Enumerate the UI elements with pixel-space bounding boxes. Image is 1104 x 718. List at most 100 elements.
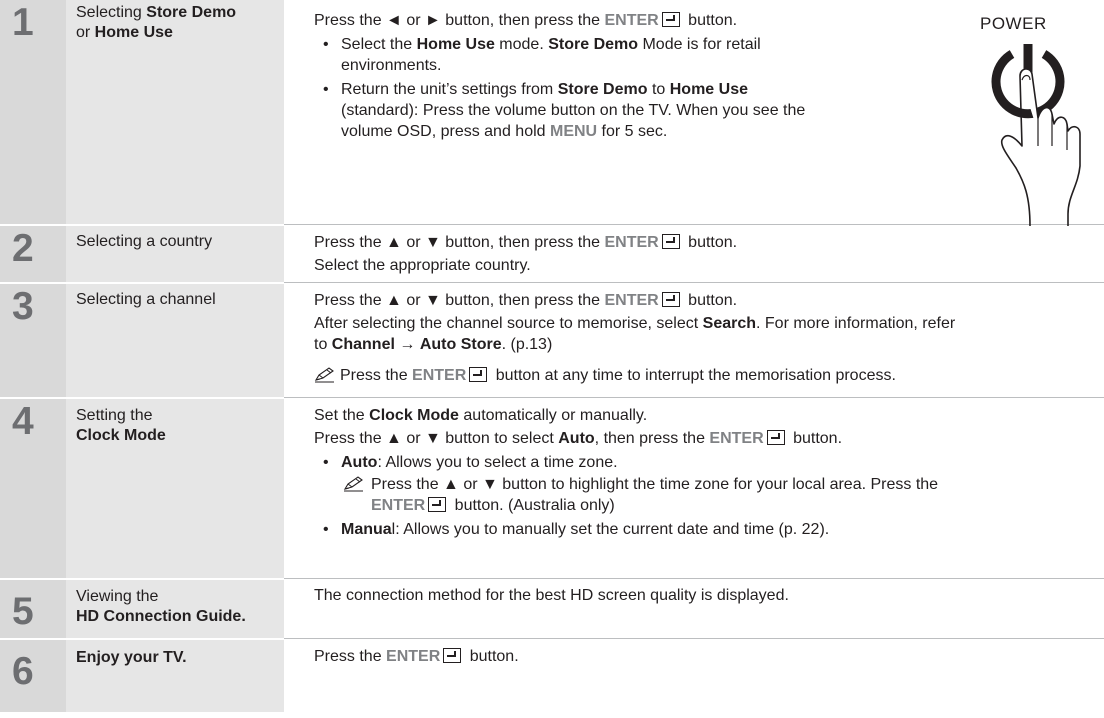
text-run: Auto (341, 454, 378, 471)
paragraph: After selecting the channel source to me… (314, 313, 1094, 355)
step-label: Setting the Clock Mode (66, 399, 284, 578)
step-number: 5 (0, 580, 66, 638)
text-run: Home Use (94, 24, 173, 41)
paragraph: Press the ▲ or ▼ button, then press the … (314, 290, 1094, 311)
power-hand-icon (991, 44, 1081, 226)
step-number: 1 (0, 0, 66, 224)
text-run: : Allows you to select a time zone. (377, 454, 618, 471)
text-run: ENTER (604, 12, 659, 29)
enter-icon (443, 648, 462, 663)
note-pencil-icon (343, 475, 365, 492)
paragraph: Press the ▲ or ▼ button, then press the … (314, 232, 1094, 253)
text-run: Return the unit’s settings from (341, 81, 558, 98)
enter-icon (661, 12, 680, 27)
step-content: Press the ENTER button. (314, 646, 1094, 718)
step-label: Viewing the HD Connection Guide. (66, 580, 284, 638)
enter-icon (766, 430, 785, 445)
text-run: Press the ▲ or ▼ button to highlight the… (371, 476, 939, 493)
text-run: button. (683, 234, 738, 251)
step-number: 2 (0, 226, 66, 282)
text-run: Auto (558, 430, 595, 447)
text-run: Channel (331, 336, 395, 353)
enter-icon (661, 234, 680, 249)
text-run: Select the (341, 36, 417, 53)
text-run: . For more information, refer (756, 315, 956, 332)
text-run: Home Use (669, 81, 748, 98)
text-run: (standard): Press the volume button on t… (341, 102, 806, 119)
text-run: Auto Store (419, 336, 502, 353)
text-run: button. (683, 12, 738, 29)
text-run: Selecting (76, 4, 147, 21)
text-run: for 5 sec. (597, 123, 668, 140)
note-pencil-icon (314, 366, 336, 383)
text-run: Store Demo (548, 36, 639, 53)
text-run: button at any time to interrupt the memo… (491, 367, 896, 384)
step-content: Press the ▲ or ▼ button, then press the … (314, 232, 1094, 288)
text-run: The connection method for the best HD sc… (314, 587, 789, 604)
step-content: The connection method for the best HD sc… (314, 585, 1094, 643)
text-run: After selecting the channel source to me… (314, 315, 703, 332)
text-run: HD Connection Guide. (76, 608, 246, 625)
step-row-4: 4 Setting the Clock Mode Set the Clock Mo… (0, 399, 1104, 578)
paragraph: The connection method for the best HD sc… (314, 585, 1094, 606)
step-row-3: 3 Selecting a channel Press the ▲ or ▼ b… (0, 284, 1104, 397)
text-run: Press the ◄ or ► button, then press the (314, 12, 605, 29)
step-label: Selecting a channel (66, 284, 284, 397)
power-button-illustration: POWER (972, 14, 1102, 226)
text-run: environments. (341, 57, 442, 74)
step-row-5: 5 Viewing the HD Connection Guide. The co… (0, 580, 1104, 638)
step-number: 3 (0, 284, 66, 397)
text-run: automatically or manually. (458, 407, 648, 424)
text-run: Set the (314, 407, 370, 424)
text-run: ENTER (371, 497, 426, 514)
text-run: ENTER (604, 234, 659, 251)
paragraph: Press the ENTER button. (314, 646, 1094, 667)
text-run: button. (683, 292, 738, 309)
text-run: Viewing the (76, 588, 159, 605)
text-run: button. (Australia only) (450, 497, 615, 514)
step-label: Enjoy your TV. (66, 640, 284, 712)
text-run: Manua (341, 521, 392, 538)
text-run: Selecting a channel (76, 291, 216, 308)
text-run: → (394, 336, 420, 353)
step-row-6: 6 Enjoy your TV. Press the ENTER button. (0, 640, 1104, 712)
text-run: Clock Mode (369, 407, 459, 424)
text-run: Search (702, 315, 757, 332)
text-run: Enjoy your TV. (76, 649, 187, 666)
text-run: button. (788, 430, 843, 447)
text-run: l: Allows you to manually set the curren… (391, 521, 830, 538)
text-run: , then press the (594, 430, 710, 447)
text-run: . (p.13) (501, 336, 553, 353)
text-run: Setting the (76, 407, 153, 424)
step-content: Press the ▲ or ▼ button, then press the … (314, 290, 1094, 403)
text-run: ENTER (604, 292, 659, 309)
step-row-2: 2 Selecting a country Press the ▲ or ▼ b… (0, 226, 1104, 282)
text-run: ENTER (386, 648, 441, 665)
setup-steps-document: 1 Selecting Store Demo or Home Use Press … (0, 0, 1104, 712)
note-item: Press the ▲ or ▼ button to highlight the… (341, 474, 1094, 516)
step-content: Set the Clock Mode automatically or manu… (314, 405, 1094, 584)
enter-icon (428, 497, 447, 512)
paragraph: Press the ▲ or ▼ button to select Auto, … (314, 428, 1094, 449)
bullet-item: Manual: Allows you to manually set the c… (314, 519, 1094, 540)
text-run: Mode is for retail (638, 36, 761, 53)
text-run: or (76, 24, 95, 41)
enter-icon (661, 292, 680, 307)
text-run: button. (465, 648, 519, 665)
text-run: volume OSD, press and hold (341, 123, 550, 140)
text-run: Home Use (416, 36, 495, 53)
text-run: ENTER (412, 367, 467, 384)
step-label: Selecting Store Demo or Home Use (66, 0, 284, 224)
paragraph: Set the Clock Mode automatically or manu… (314, 405, 1094, 426)
text-run: mode. (494, 36, 549, 53)
text-run: ENTER (709, 430, 764, 447)
text-run: Press the ▲ or ▼ button, then press the (314, 234, 605, 251)
bullet-item: Auto: Allows you to select a time zone. (314, 452, 1094, 473)
text-run: MENU (550, 123, 598, 140)
text-run: Press the (314, 648, 387, 665)
text-run: to (647, 81, 670, 98)
text-run: Store Demo (146, 4, 237, 21)
note-item: Press the ENTER button at any time to in… (314, 365, 1094, 386)
text-run: to (314, 336, 332, 353)
text-run: Clock Mode (76, 427, 166, 444)
